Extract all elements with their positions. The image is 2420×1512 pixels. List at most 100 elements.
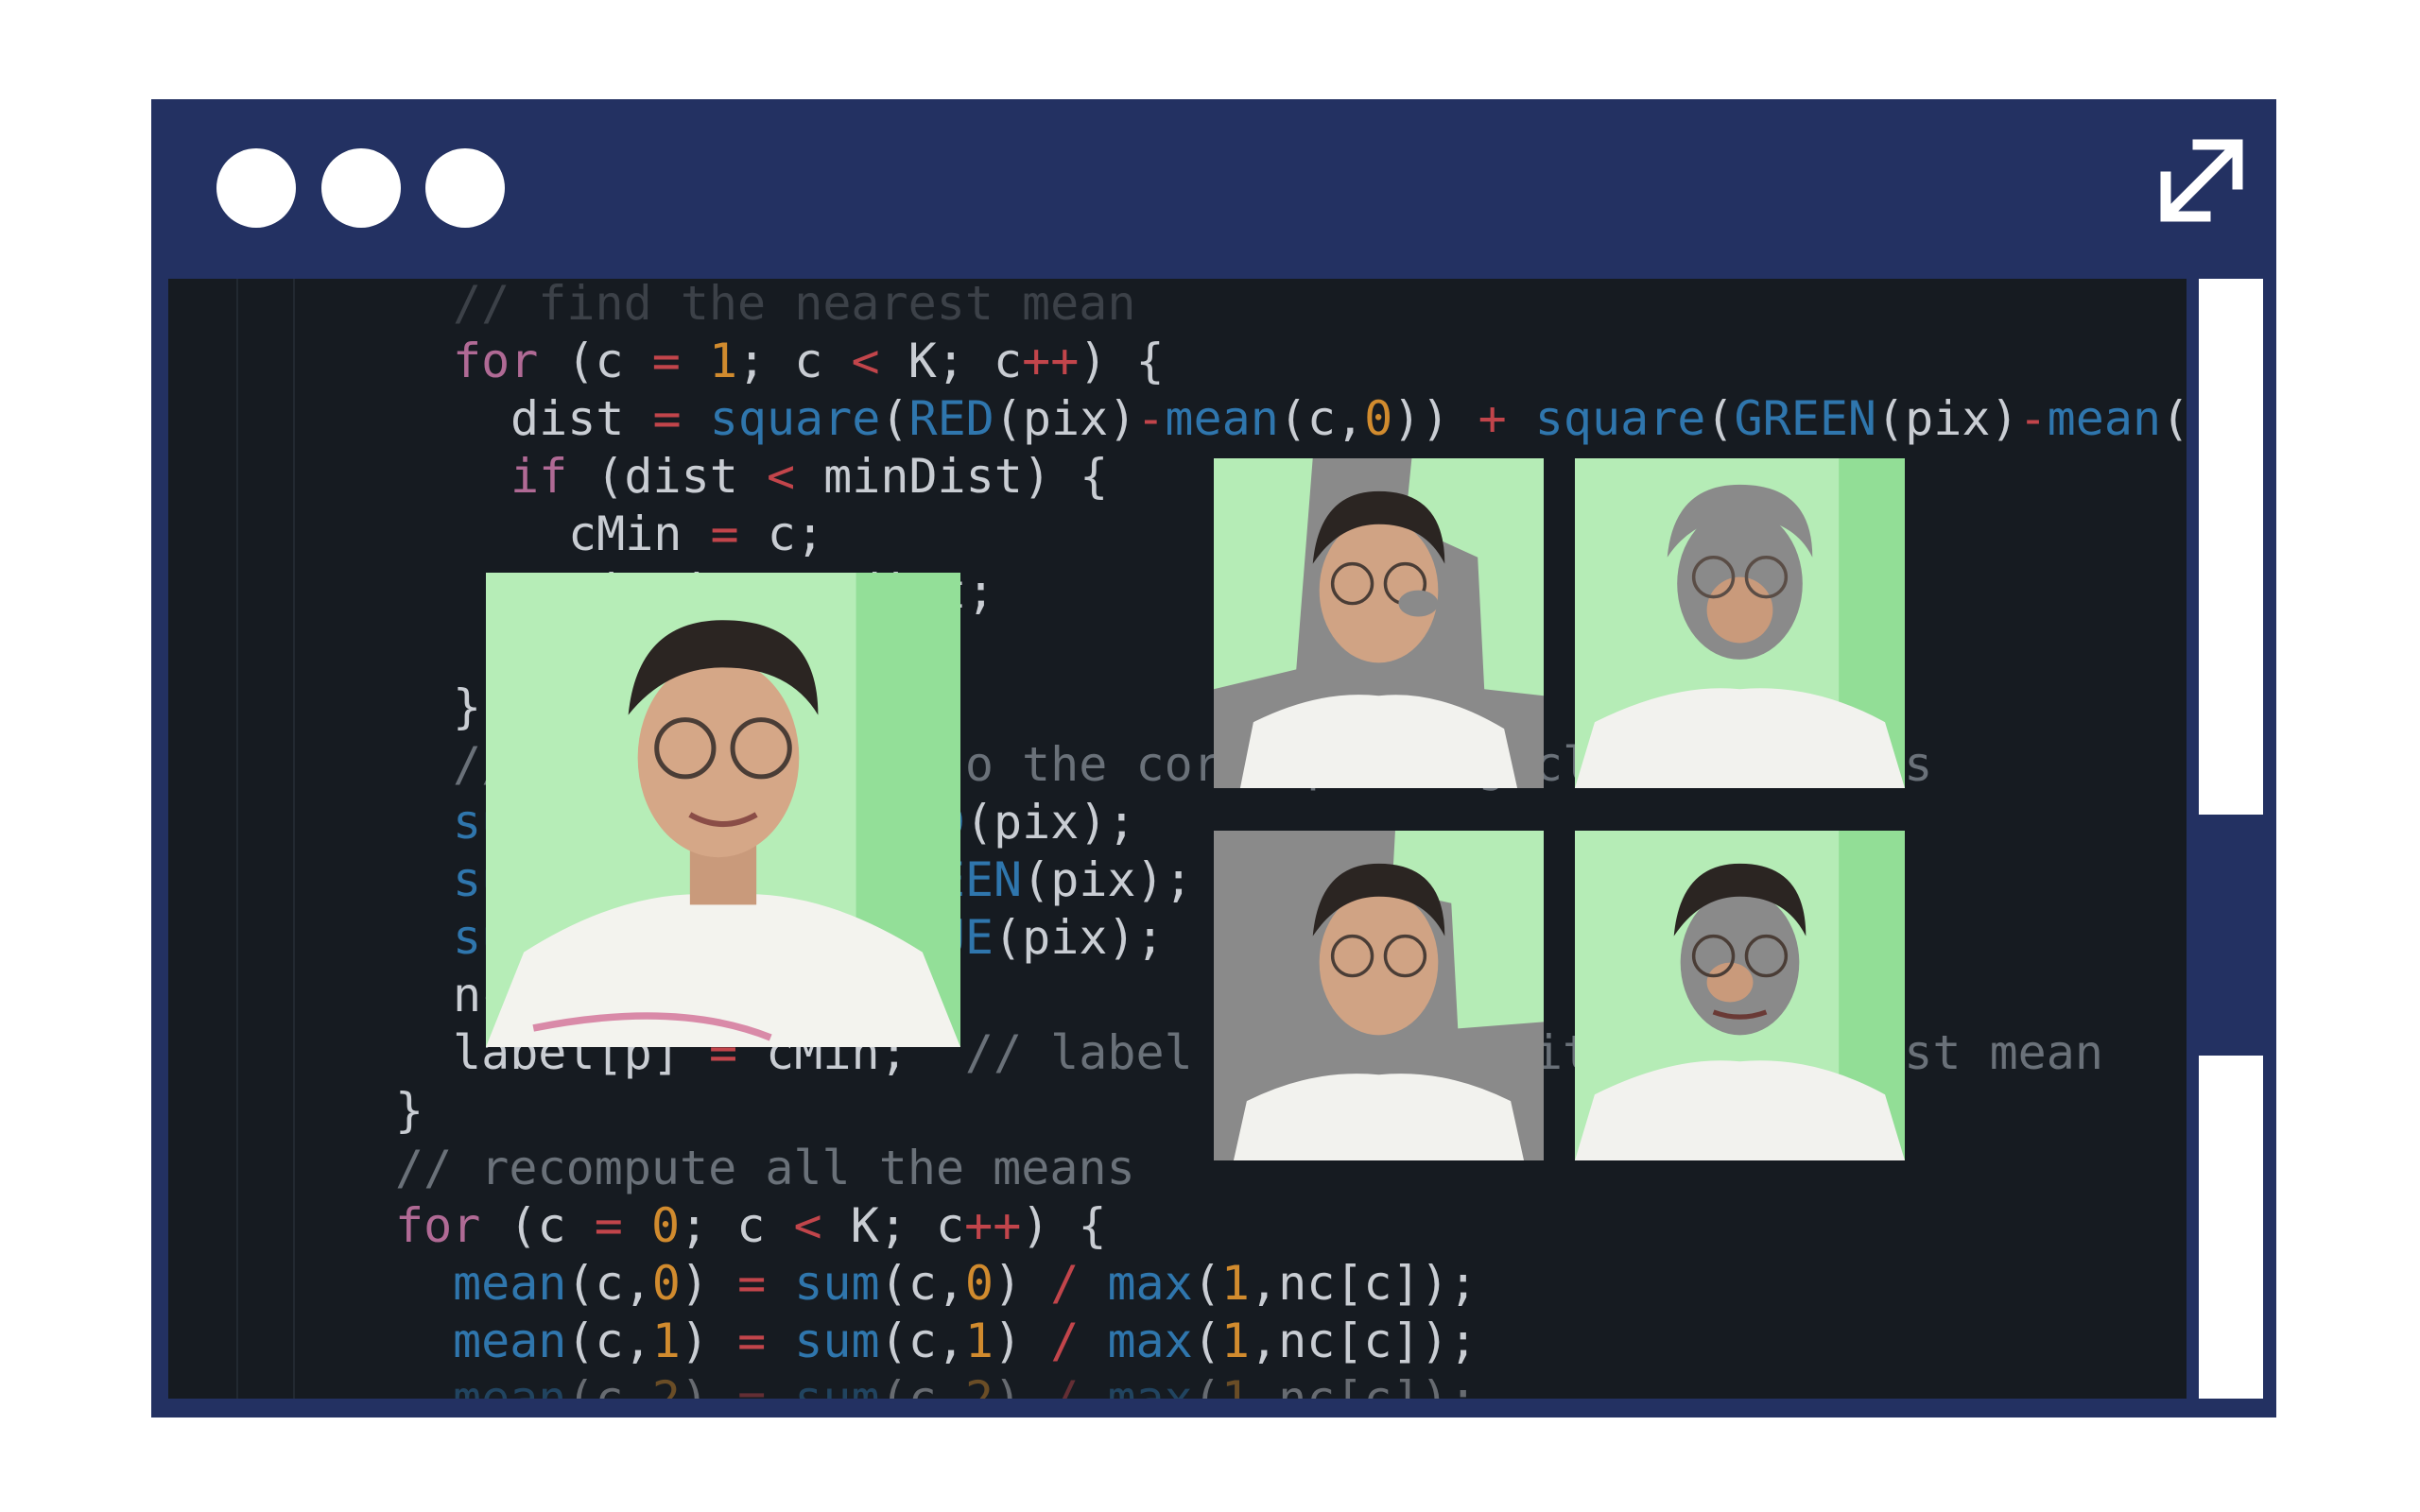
code-token: mean — [1165, 391, 1279, 446]
code-token: // recompute all the means — [395, 1141, 1135, 1195]
indent-guide — [293, 279, 295, 1399]
scrollbar-upper[interactable] — [2199, 279, 2263, 815]
code-token: max — [1107, 1256, 1193, 1311]
segmented-photo-2 — [1575, 458, 1905, 788]
code-token: ( — [880, 391, 909, 446]
code-line: } — [395, 1082, 424, 1140]
segmented-photo-4 — [1575, 831, 1905, 1160]
code-line: } — [453, 679, 481, 736]
code-token: (pix); — [1022, 852, 1193, 907]
code-token: ++ — [1022, 334, 1080, 388]
segmented-photo-1 — [1214, 458, 1544, 788]
code-token: mean — [453, 1256, 567, 1311]
code-token: (c, — [879, 1371, 965, 1399]
code-token: ,nc[c]); — [1249, 1314, 1478, 1368]
code-token: 2 — [651, 1371, 681, 1399]
code-token: (c, — [1278, 391, 1365, 446]
code-token: ,nc[c]); — [1249, 1256, 1478, 1311]
code-token: // find the nearest mean — [453, 279, 1136, 331]
code-token: ) — [994, 1314, 1051, 1368]
code-token: K; c — [879, 334, 1023, 388]
code-token: < — [851, 334, 880, 388]
minimize-dot-icon[interactable] — [321, 148, 401, 228]
code-token: ; c — [680, 1198, 794, 1253]
code-token: = — [710, 507, 739, 561]
expand-arrows-icon[interactable] — [2149, 128, 2255, 233]
code-token: (pix) — [994, 391, 1137, 446]
scrollbar-lower[interactable] — [2199, 1056, 2263, 1399]
code-token: 0 — [651, 1256, 681, 1311]
code-token: dist — [510, 391, 653, 446]
code-token: max — [1107, 1371, 1193, 1399]
code-token: 0 — [964, 1256, 994, 1311]
code-token: 0 — [650, 1198, 681, 1253]
code-token: cMin — [568, 507, 711, 561]
code-token: K; c — [821, 1198, 965, 1253]
code-token: mean — [453, 1314, 567, 1368]
code-token: / — [1050, 1314, 1080, 1368]
zoom-dot-icon[interactable] — [425, 148, 505, 228]
code-token: mean — [2047, 391, 2162, 446]
code-line: // find the nearest mean — [453, 279, 1135, 333]
code-token: sum — [794, 1256, 880, 1311]
close-dot-icon[interactable] — [216, 148, 296, 228]
code-line: // recompute all the means — [395, 1140, 1135, 1197]
code-token: square — [709, 391, 881, 446]
code-token: minDist) { — [795, 449, 1109, 504]
code-token: = — [651, 334, 681, 388]
code-token: ) — [680, 1371, 738, 1399]
code-token: - — [2018, 391, 2048, 446]
code-line: for (c = 1; c < K; c++) { — [453, 333, 1165, 390]
code-token: sum — [794, 1371, 880, 1399]
code-token: = — [594, 1198, 623, 1253]
code-line: for (c = 0; c < K; c++) { — [395, 1197, 1107, 1255]
code-token: ) — [994, 1371, 1051, 1399]
code-token: (pix); — [994, 910, 1165, 965]
code-token: ++ — [964, 1198, 1022, 1253]
original-photo — [486, 573, 960, 1047]
code-token: square — [1534, 391, 1706, 446]
code-token: ( — [1192, 1371, 1221, 1399]
code-token: ( — [1192, 1256, 1221, 1311]
code-token: = — [737, 1314, 767, 1368]
code-line: mean(c,2) = sum(c,2) / max(1,nc[c]); — [453, 1370, 1478, 1399]
code-token: = — [737, 1371, 767, 1399]
code-token: 1 — [1220, 1371, 1250, 1399]
code-line: mean(c,0) = sum(c,0) / max(1,nc[c]); — [453, 1255, 1478, 1313]
code-token: RED — [908, 391, 994, 446]
code-line: if (dist < minDist) { — [510, 448, 1108, 506]
code-token: ) — [994, 1256, 1051, 1311]
code-token: GREEN — [1734, 391, 1877, 446]
code-token: c; — [738, 507, 824, 561]
code-token: ( — [1705, 391, 1735, 446]
code-token: / — [1050, 1256, 1080, 1311]
code-token: if — [510, 449, 568, 504]
code-token: 1 — [964, 1314, 994, 1368]
indent-guide — [236, 279, 238, 1399]
code-token: } — [395, 1083, 424, 1138]
code-token: (pix) — [1876, 391, 2019, 446]
code-token: ) — [680, 1314, 738, 1368]
code-token: (c, — [566, 1371, 652, 1399]
code-token: ,nc[c]); — [1249, 1371, 1478, 1399]
code-token: 1 — [1220, 1256, 1250, 1311]
code-token: < — [793, 1198, 822, 1253]
code-token: (c, — [566, 1314, 652, 1368]
code-token: (c, — [879, 1314, 965, 1368]
code-token: (c, — [2161, 391, 2187, 446]
code-token: < — [766, 449, 796, 504]
code-token: for — [453, 334, 539, 388]
code-token: (c, — [879, 1256, 965, 1311]
code-token: max — [1107, 1314, 1193, 1368]
code-token: 1 — [708, 334, 738, 388]
code-line: dist = square(RED(pix)-mean(c,0)) + squa… — [510, 390, 2187, 448]
code-token: 2 — [964, 1371, 994, 1399]
code-line: mean(c,1) = sum(c,1) / max(1,nc[c]); — [453, 1313, 1478, 1370]
